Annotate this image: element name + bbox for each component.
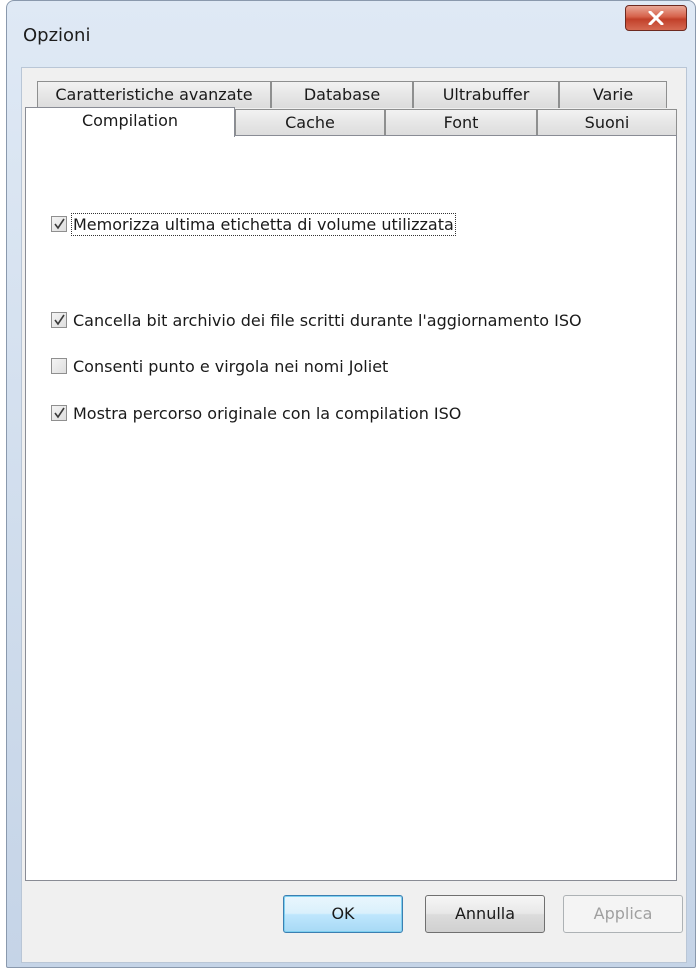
tab-cache[interactable]: Cache [235,109,385,136]
cancel-button[interactable]: Annulla [425,895,545,933]
tab-ultrabuffer[interactable]: Ultrabuffer [413,81,559,108]
tab-varie[interactable]: Varie [559,81,667,108]
apply-button[interactable]: Applica [563,895,683,933]
option-show-original-path[interactable]: Mostra percorso originale con la compila… [51,402,461,424]
title-bar[interactable]: Opzioni [7,1,695,46]
checkmark-icon [54,218,65,230]
compilation-tab-panel [25,135,677,881]
option-label: Memorizza ultima etichetta di volume uti… [71,212,456,236]
checkmark-icon [54,314,65,326]
tab-font[interactable]: Font [385,109,537,136]
tab-caratteristiche-avanzate[interactable]: Caratteristiche avanzate [37,81,271,108]
tab-suoni[interactable]: Suoni [537,109,677,136]
tab-database[interactable]: Database [271,81,413,108]
tab-compilation[interactable]: Compilation [25,107,235,137]
window-title: Opzioni [23,25,91,46]
checkbox[interactable] [51,216,67,232]
option-remember-volume-label[interactable]: Memorizza ultima etichetta di volume uti… [51,212,456,236]
ok-button[interactable]: OK [283,895,403,933]
checkbox[interactable] [51,405,67,421]
close-button[interactable] [625,5,687,31]
checkbox[interactable] [51,312,67,328]
checkbox[interactable] [51,358,67,374]
option-allow-semicolon-joliet[interactable]: Consenti punto e virgola nei nomi Joliet [51,355,388,377]
option-label: Consenti punto e virgola nei nomi Joliet [73,356,389,376]
option-label: Mostra percorso originale con la compila… [73,403,462,423]
close-icon [648,11,664,25]
option-clear-archive-bit[interactable]: Cancella bit archivio dei file scritti d… [51,309,582,331]
checkmark-icon [54,407,65,419]
options-dialog: Opzioni Caratteristiche avanzate Databas… [6,0,696,968]
option-label: Cancella bit archivio dei file scritti d… [73,310,582,330]
